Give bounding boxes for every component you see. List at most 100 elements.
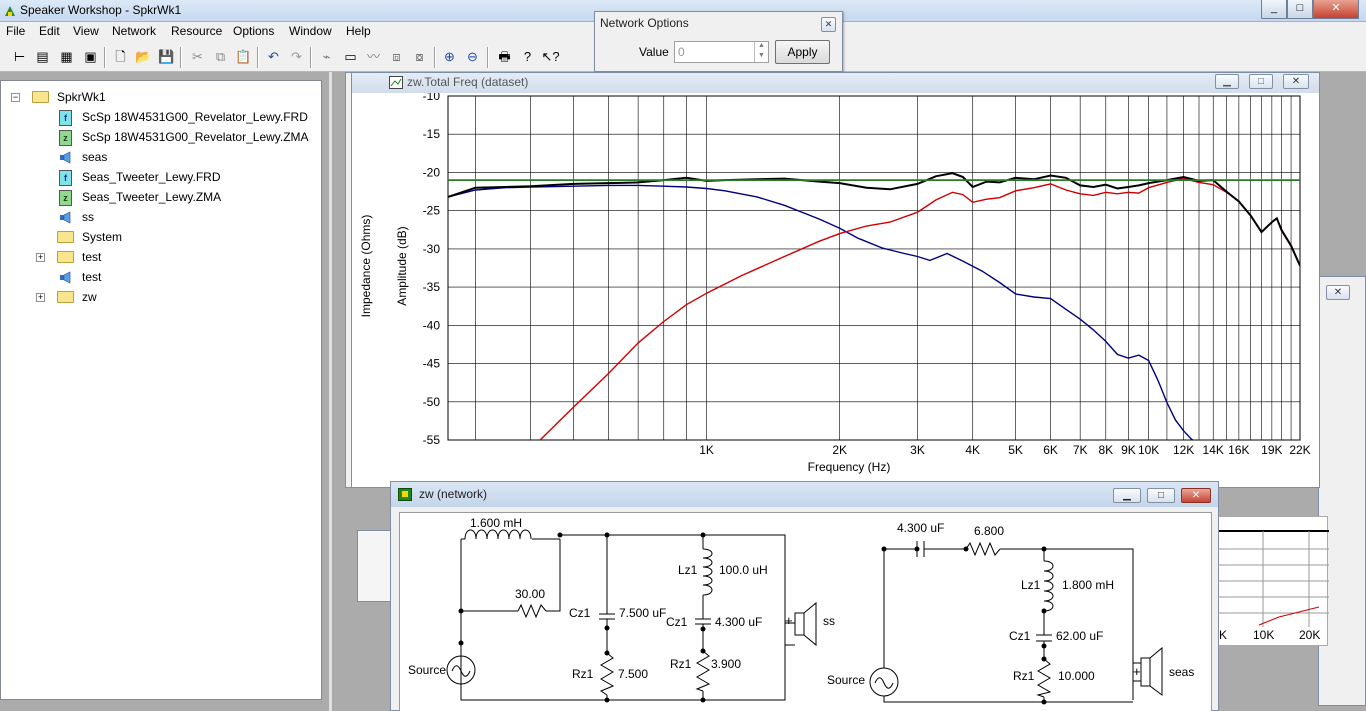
junction-dot: [963, 546, 969, 552]
x-tick-label: 3K: [910, 443, 925, 457]
series-line-2: [448, 172, 1300, 267]
redo-icon[interactable]: ↷: [286, 47, 307, 68]
x-tick-label: 1K: [699, 443, 714, 457]
value-field[interactable]: 0 ▲ ▼: [674, 41, 769, 63]
folder-icon: [57, 251, 74, 263]
tree-item-test-folder[interactable]: + test: [1, 248, 321, 268]
junction-dot: [604, 532, 610, 538]
zoom-in-icon[interactable]: ⊕: [439, 47, 460, 68]
x-tick-label: 12K: [1173, 443, 1194, 457]
x-tick-label: 7K: [1073, 443, 1088, 457]
junction-dot: [700, 626, 706, 632]
network-options-title: Network Options: [600, 16, 689, 30]
toolbar-separator: [310, 47, 312, 68]
list-view-icon[interactable]: ▤: [32, 47, 53, 68]
y-tick-label: -10: [423, 93, 441, 103]
tree-item-label: ss: [82, 210, 94, 224]
background-window-2[interactable]: [357, 530, 391, 602]
network-window-title: zw (network): [419, 487, 488, 501]
expand-icon[interactable]: +: [36, 253, 45, 262]
chart-maximize-button[interactable]: □: [1249, 74, 1273, 89]
print-icon[interactable]: 🖶: [494, 47, 515, 68]
frequency-chart-area[interactable]: -10 -15 -20 -25 -30 -35 -40 -45 -50 -55 1K 2K 3K 4K 5K…: [352, 93, 1319, 487]
frequency-file-icon: f: [59, 170, 72, 186]
network-schematic[interactable]: 1.600 mH 30.00 Cz1 7.500 uF Lz1 100.0 uH…: [399, 512, 1212, 711]
resource-tree: − SpkrWk1 f ScSp 18W4531G00_Revelator_Le…: [0, 80, 322, 700]
measure-icon[interactable]: ⌁: [316, 47, 337, 68]
junction-dot: [458, 640, 464, 646]
tree-item-label: seas: [82, 150, 108, 164]
menu-help[interactable]: Help: [346, 24, 371, 38]
help-icon[interactable]: ?: [517, 47, 538, 68]
network-close-button[interactable]: ✕: [1181, 488, 1211, 503]
menu-window[interactable]: Window: [289, 24, 332, 38]
tree-item-tweeter-frd[interactable]: f Seas_Tweeter_Lewy.FRD: [1, 168, 321, 188]
rz1b-label: Rz1: [670, 657, 692, 671]
driver-seas-label: seas: [1169, 665, 1194, 679]
network-window[interactable]: zw (network) ▁ □ ✕ 1.600 mH 30.00 Cz1 7.…: [390, 481, 1219, 711]
menu-resource[interactable]: Resource: [171, 24, 222, 38]
cut-icon[interactable]: ✂: [187, 47, 208, 68]
collapse-icon[interactable]: −: [11, 93, 20, 102]
tree-item-system[interactable]: System: [1, 228, 321, 248]
zoom-out-icon[interactable]: ⊖: [462, 47, 483, 68]
undo-icon[interactable]: ↶: [263, 47, 284, 68]
junction-dot: [1041, 699, 1047, 705]
x-tick-label: 16K: [1228, 443, 1249, 457]
value-text: 0: [678, 45, 685, 59]
apply-button[interactable]: Apply: [775, 40, 830, 64]
close-button[interactable]: ✕: [1313, 0, 1359, 19]
maximize-button[interactable]: □: [1287, 0, 1313, 19]
menu-view[interactable]: View: [73, 24, 99, 38]
tree-item-revelator-zma[interactable]: z ScSp 18W4531G00_Revelator_Lewy.ZMA: [1, 128, 321, 148]
minimize-button[interactable]: _: [1261, 0, 1287, 19]
paste-icon[interactable]: 📋: [233, 47, 254, 68]
copy-icon[interactable]: ⧉: [210, 47, 231, 68]
expand-icon[interactable]: +: [36, 293, 45, 302]
network-options-window: Network Options ✕ Value 0 ▲ ▼ Apply: [594, 11, 843, 72]
save-icon[interactable]: 💾: [156, 47, 177, 68]
tree-item-ss[interactable]: ss: [1, 208, 321, 228]
value-up-icon[interactable]: ▲: [754, 42, 768, 52]
chart-icon[interactable]: ▭: [340, 47, 361, 68]
context-help-icon[interactable]: ↖?: [540, 47, 561, 68]
driver-plus: +: [785, 613, 793, 628]
network-options-close-button[interactable]: ✕: [821, 17, 836, 32]
frequency-icon[interactable]: ⧈: [386, 47, 407, 68]
impedance-icon[interactable]: 〰: [363, 47, 384, 68]
tree-item-test-driver[interactable]: test: [1, 268, 321, 288]
menu-edit[interactable]: Edit: [39, 24, 60, 38]
network-minimize-button[interactable]: ▁: [1113, 488, 1141, 503]
toolbar-separator: [487, 47, 489, 68]
open-folder-icon[interactable]: 📂: [133, 47, 154, 68]
new-file-icon[interactable]: 🗋: [110, 47, 131, 68]
details-view-icon[interactable]: ▦: [56, 47, 77, 68]
source-label: Source: [827, 673, 865, 687]
tree-item-seas[interactable]: seas: [1, 148, 321, 168]
toolbar-separator: [257, 47, 259, 68]
app-icon: [5, 6, 15, 16]
tree-view-icon[interactable]: ⊢: [9, 47, 30, 68]
junction-dot: [1041, 643, 1047, 649]
frequency-chart: -10 -15 -20 -25 -30 -35 -40 -45 -50 -55 1K 2K 3K 4K 5K…: [359, 93, 1311, 474]
icons-view-icon[interactable]: ▣: [80, 47, 101, 68]
menu-file[interactable]: File: [6, 24, 25, 38]
menu-options[interactable]: Options: [233, 24, 274, 38]
menu-network[interactable]: Network: [112, 24, 156, 38]
panel-splitter[interactable]: [329, 72, 332, 711]
network-maximize-button[interactable]: □: [1147, 488, 1175, 503]
tree-item-label: SpkrWk1: [57, 90, 106, 104]
y-tick-label: -45: [423, 357, 441, 371]
impedance-file-icon: z: [59, 190, 72, 206]
junction-dot: [1041, 656, 1047, 662]
value-down-icon[interactable]: ▼: [754, 52, 768, 62]
frequency-chart-window[interactable]: zw.Total Freq (dataset) ▁ □ ✕ -10 -15 -20-…: [351, 72, 1320, 488]
chart-minimize-button[interactable]: ▁: [1215, 74, 1239, 89]
tree-item-zw[interactable]: + zw: [1, 288, 321, 308]
tree-item-spkrwk1[interactable]: − SpkrWk1: [1, 88, 321, 108]
chart-close-button[interactable]: ✕: [1283, 74, 1309, 89]
tree-item-revelator-frd[interactable]: f ScSp 18W4531G00_Revelator_Lewy.FRD: [1, 108, 321, 128]
transfer-icon[interactable]: ⧇: [409, 47, 430, 68]
background-window-close-icon[interactable]: ✕: [1326, 285, 1350, 300]
tree-item-tweeter-zma[interactable]: z Seas_Tweeter_Lewy.ZMA: [1, 188, 321, 208]
